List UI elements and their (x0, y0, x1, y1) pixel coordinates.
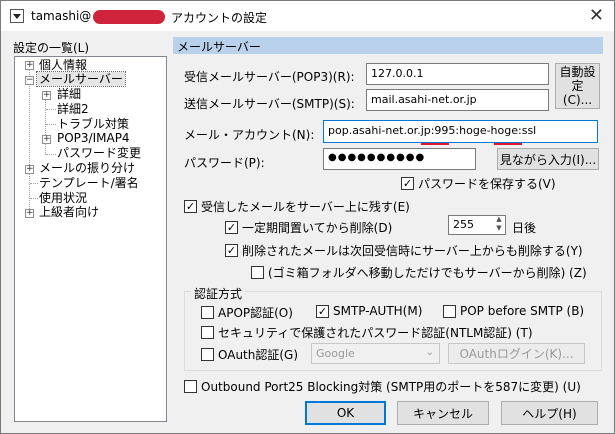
tree-item-personal[interactable]: 個人情報 (39, 58, 87, 72)
delete-when-deleted-label: 削除されたメールは次回受信時にサーバー上からも削除する(Y) (242, 244, 583, 258)
redaction-mark (93, 10, 165, 24)
apop-checkbox[interactable]: APOP認証(O) (201, 304, 293, 321)
password-input[interactable]: ●●●●●●●●●● (323, 148, 476, 170)
tree-item-advanced[interactable]: 上級者向け (39, 205, 99, 219)
mail-account-input[interactable]: pop.asahi-net.or.jp:995:hoge-hoge:ssl (323, 120, 598, 143)
collapse-minus-icon[interactable]: − (25, 76, 34, 85)
settings-list-heading: 設定の一覧(L) (13, 41, 90, 55)
check-icon: ✓ (401, 177, 414, 190)
expand-plus-icon[interactable]: + (25, 165, 34, 174)
settings-tree[interactable]: + 個人情報 − メールサーバー + 詳細 詳細2 トラブル対策 + POP3/… (14, 56, 167, 422)
tree-guide (30, 198, 38, 199)
oauth-provider-select[interactable]: Google ⌄ (311, 343, 440, 364)
tree-item-usage[interactable]: 使用状況 (39, 191, 87, 205)
highlight-underline (421, 143, 449, 145)
outbound25-checkbox[interactable]: Outbound Port25 Blocking対策 (SMTP用のポートを58… (184, 378, 581, 395)
delete-trash-only-label: (ゴミ箱フォルダへ移動しただけでもサーバーから削除) (Z) (268, 266, 587, 280)
pop-before-smtp-label: POP before SMTP (B) (460, 304, 585, 318)
delete-trash-only-checkbox[interactable]: (ゴミ箱フォルダへ移動しただけでもサーバーから削除) (Z) (251, 264, 587, 281)
save-password-checkbox[interactable]: ✓ パスワードを保存する(V) (401, 175, 556, 192)
tree-guide (30, 183, 38, 184)
title-bar: tamashi@ アカウントの設定 ✕ (1, 1, 614, 31)
smtp-label: 送信メールサーバー(SMTP)(S): (184, 97, 355, 111)
tree-guide (46, 109, 56, 110)
pop3-label: 受信メールサーバー(POP3)(R): (184, 70, 355, 84)
tree-item-detail2[interactable]: 詳細2 (57, 102, 89, 116)
smtp-server-input[interactable]: mail.asahi-net.or.jp (366, 89, 549, 111)
delete-after-days-label: 一定期間置いてから削除(D) (242, 221, 393, 235)
tree-item-mail-filter[interactable]: メールの振り分け (39, 161, 135, 175)
check-icon: ✓ (316, 304, 329, 318)
save-password-label: パスワードを保存する(V) (418, 177, 556, 191)
tree-guide (46, 124, 56, 125)
days-spinner[interactable]: ▲ ▼ (494, 215, 504, 234)
chevron-down-icon: ⌄ (425, 347, 434, 358)
smtp-auth-label: SMTP-AUTH(M) (333, 304, 423, 318)
days-suffix: 日後 (512, 221, 537, 235)
unchecked-box (251, 266, 264, 279)
spin-down-icon[interactable]: ▼ (494, 224, 504, 233)
tree-item-detail[interactable]: 詳細 (57, 87, 81, 101)
reveal-password-button[interactable]: 見ながら入力(I)... (497, 148, 599, 170)
expand-plus-icon[interactable]: + (25, 61, 34, 70)
delete-after-days-checkbox[interactable]: ✓ 一定期間置いてから削除(D) (225, 219, 392, 236)
oauth-checkbox[interactable]: OAuth認証(G) (201, 346, 298, 363)
expand-plus-icon[interactable]: + (42, 135, 51, 144)
account-label: メール・アカウント(N): (184, 128, 315, 142)
unchecked-box (201, 326, 214, 339)
apop-label: APOP認証(O) (218, 306, 293, 320)
delete-when-deleted-checkbox[interactable]: ✓ 削除されたメールは次回受信時にサーバー上からも削除する(Y) (225, 242, 583, 259)
cancel-button[interactable]: キャンセル (397, 401, 489, 425)
unchecked-box (443, 304, 456, 318)
help-button[interactable]: ヘルプ(H) (501, 401, 598, 425)
tree-item-template[interactable]: テンプレート/署名 (39, 176, 139, 190)
ok-button[interactable]: OK (305, 401, 386, 425)
tree-guide (45, 95, 46, 155)
leave-on-server-label: 受信したメールをサーバー上に残す(E) (201, 200, 410, 214)
check-icon: ✓ (225, 221, 238, 234)
unchecked-box (201, 348, 214, 361)
ntlm-label: セキュリティで保護されたパスワード認証(NTLM認証) (T) (218, 326, 533, 340)
oauth-provider-value: Google (316, 347, 355, 360)
unchecked-box (201, 306, 214, 319)
leave-on-server-checkbox[interactable]: ✓ 受信したメールをサーバー上に残す(E) (184, 198, 410, 215)
window-user: tamashi@ (31, 9, 92, 23)
account-settings-dialog: tamashi@ アカウントの設定 ✕ 設定の一覧(L) + 個人情報 − メー… (0, 0, 615, 434)
outbound25-label: Outbound Port25 Blocking対策 (SMTP用のポートを58… (201, 380, 581, 394)
close-icon[interactable]: ✕ (589, 5, 604, 26)
check-icon: ✓ (184, 200, 197, 213)
unchecked-box (184, 380, 197, 393)
tree-guide (29, 66, 30, 209)
tree-item-pop3-imap4[interactable]: POP3/IMAP4 (57, 131, 130, 145)
oauth-login-button[interactable]: OAuthログイン(K)... (448, 343, 585, 364)
tree-item-password-change[interactable]: パスワード変更 (57, 146, 141, 160)
window-title: アカウントの設定 (171, 11, 268, 25)
oauth-label: OAuth認証(G) (218, 348, 299, 362)
highlight-underline (494, 143, 522, 145)
password-label: パスワード(P): (184, 156, 265, 170)
check-icon: ✓ (225, 244, 238, 257)
pop-before-smtp-checkbox[interactable]: POP before SMTP (B) (443, 304, 584, 318)
smtp-auth-checkbox[interactable]: ✓ SMTP-AUTH(M) (316, 304, 422, 318)
ntlm-checkbox[interactable]: セキュリティで保護されたパスワード認証(NTLM認証) (T) (201, 324, 533, 341)
tree-item-mail-server[interactable]: メールサーバー (36, 71, 126, 87)
expand-plus-icon[interactable]: + (42, 91, 51, 100)
system-menu-icon[interactable] (10, 9, 24, 23)
tree-guide (46, 154, 56, 155)
auth-group-title: 認証方式 (191, 285, 246, 302)
expand-plus-icon[interactable]: + (25, 209, 34, 218)
tree-item-troubleshoot[interactable]: トラブル対策 (57, 117, 129, 131)
spin-up-icon[interactable]: ▲ (494, 215, 504, 224)
pop3-server-input[interactable]: 127.0.0.1 (366, 63, 549, 85)
auto-setup-button[interactable]: 自動設定(C)... (555, 63, 600, 109)
section-title: メールサーバー (173, 37, 603, 54)
